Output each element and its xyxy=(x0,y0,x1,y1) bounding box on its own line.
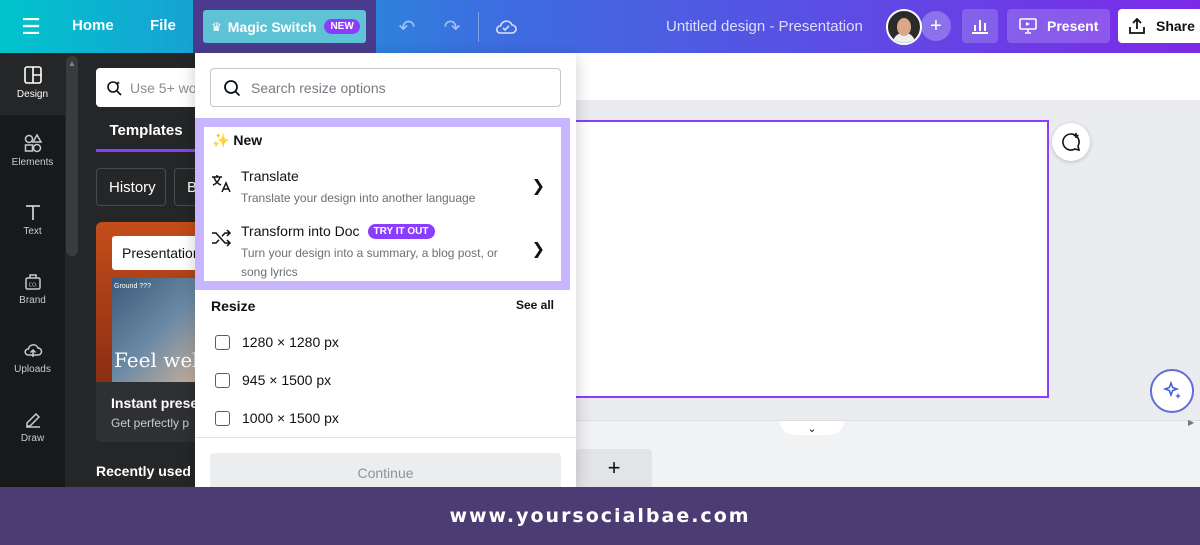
magic-switch-button[interactable]: ♛ Magic Switch NEW xyxy=(203,10,366,43)
share-icon xyxy=(1129,17,1145,34)
transform-title: Transform into Doc xyxy=(241,223,360,239)
rail-label-brand: Brand xyxy=(19,295,46,306)
rail-item-uploads[interactable]: Uploads xyxy=(0,328,65,390)
new-section-heading: ✨ New xyxy=(212,132,262,149)
magic-switch-label: Magic Switch xyxy=(227,18,317,35)
scroll-up-icon[interactable]: ▲ xyxy=(68,59,76,68)
template-card-title: Instant prese xyxy=(111,395,199,411)
search-icon xyxy=(224,79,241,96)
template-card-subtitle: Get perfectly p xyxy=(111,416,190,430)
template-card-photo: Ground ??? Feel well, xyxy=(112,278,206,382)
chevron-right-icon: ❯ xyxy=(531,178,545,195)
rail-item-design[interactable]: Design xyxy=(0,53,65,115)
layout-icon xyxy=(23,66,42,84)
template-search-placeholder: Use 5+ wo xyxy=(130,79,197,96)
menu-icon[interactable]: ☰ xyxy=(18,14,44,40)
cloud-upload-icon xyxy=(23,344,42,357)
cloud-saved-icon[interactable] xyxy=(493,14,519,40)
add-collaborator-icon[interactable]: + xyxy=(921,11,951,41)
chevron-right-icon: ❯ xyxy=(531,241,545,258)
size-label: 1000 × 1500 px xyxy=(242,410,339,426)
brand-icon: CO. xyxy=(24,274,41,290)
rail-label-text: Text xyxy=(23,226,42,237)
pen-icon xyxy=(25,412,40,428)
size-option[interactable]: 945 × 1500 px xyxy=(215,372,515,388)
template-photo-caption: Ground ??? xyxy=(114,283,151,290)
template-card[interactable]: Presentation Ground ??? Feel well, Insta… xyxy=(96,222,206,442)
translate-description: Translate your design into another langu… xyxy=(241,191,476,205)
top-bar: ☰ Home File ♛ Magic Switch NEW ↶ ↷ Untit… xyxy=(0,0,1200,53)
svg-text:CO.: CO. xyxy=(28,283,37,289)
add-page-button[interactable]: + xyxy=(576,449,652,487)
rail-item-text[interactable]: Text xyxy=(0,190,65,252)
avatar[interactable] xyxy=(886,9,922,45)
watermark-footer: www.yoursocialbae.com xyxy=(0,487,1200,545)
document-title[interactable]: Untitled design - Presentation xyxy=(666,18,863,35)
see-all-link[interactable]: See all xyxy=(516,298,554,312)
slide-canvas[interactable] xyxy=(552,120,1049,398)
size-checkbox[interactable] xyxy=(215,372,230,388)
chevron-down-icon[interactable]: ⌄ xyxy=(780,421,844,435)
left-rail: Design Elements Text CO. Brand Uploads D… xyxy=(0,53,65,487)
rail-label-uploads: Uploads xyxy=(14,364,51,375)
resize-search-input[interactable]: Search resize options xyxy=(210,68,561,107)
tab-templates[interactable]: Templates xyxy=(96,112,196,152)
present-button[interactable]: Present xyxy=(1007,9,1110,43)
resize-heading: Resize xyxy=(211,298,256,314)
rail-item-elements[interactable]: Elements xyxy=(0,121,65,183)
toolbar-divider xyxy=(478,12,479,42)
undo-icon[interactable]: ↶ xyxy=(394,14,420,40)
history-chip[interactable]: History xyxy=(96,168,166,206)
insights-chart-icon[interactable] xyxy=(962,9,998,43)
crown-icon: ♛ xyxy=(211,19,222,34)
rail-label-elements: Elements xyxy=(11,157,54,168)
redo-icon[interactable]: ↷ xyxy=(439,14,465,40)
template-photo-text: Feel well, xyxy=(114,348,206,372)
footer-url: www.yoursocialbae.com xyxy=(449,505,751,527)
size-checkbox[interactable] xyxy=(215,410,230,426)
scroll-right-icon[interactable]: ▶ xyxy=(1188,418,1194,427)
continue-button[interactable]: Continue xyxy=(210,453,561,487)
rail-item-draw[interactable]: Draw xyxy=(0,397,65,459)
new-section-label: New xyxy=(233,132,263,148)
translate-option[interactable]: Translate Translate your design into ano… xyxy=(210,168,555,212)
magic-assistant-icon[interactable] xyxy=(1150,369,1194,413)
home-link[interactable]: Home xyxy=(72,17,114,34)
size-label: 1280 × 1280 px xyxy=(242,334,339,350)
new-badge: NEW xyxy=(324,19,360,34)
rail-label-design: Design xyxy=(16,89,49,100)
page-strip xyxy=(576,420,1200,487)
share-button[interactable]: Share xyxy=(1118,9,1200,43)
size-checkbox[interactable] xyxy=(215,334,230,350)
transform-into-doc-option[interactable]: Transform into Doc TRY IT OUT Turn your … xyxy=(210,223,555,283)
size-label: 945 × 1500 px xyxy=(242,372,332,388)
try-it-out-badge: TRY IT OUT xyxy=(367,223,435,239)
rail-label-draw: Draw xyxy=(20,433,45,444)
sparkles-icon: ✨ xyxy=(212,132,230,148)
share-label: Share xyxy=(1156,18,1195,34)
canvas-toolbar-area xyxy=(576,53,1200,100)
dropdown-divider xyxy=(195,437,576,438)
add-comment-icon[interactable] xyxy=(1052,123,1090,161)
recently-used-heading: Recently used xyxy=(96,463,191,479)
present-icon xyxy=(1019,18,1037,34)
template-card-input[interactable]: Presentation xyxy=(112,236,206,270)
translate-icon xyxy=(212,175,231,193)
size-option[interactable]: 1000 × 1500 px xyxy=(215,410,515,426)
rail-item-brand[interactable]: CO. Brand xyxy=(0,259,65,321)
present-label: Present xyxy=(1047,18,1099,34)
translate-title: Translate xyxy=(241,168,299,184)
resize-search-placeholder: Search resize options xyxy=(251,79,386,96)
panel-scrollbar[interactable] xyxy=(66,56,78,256)
file-menu[interactable]: File xyxy=(150,17,176,34)
magic-switch-dropdown: Search resize options ✨ New Translate Tr… xyxy=(195,53,576,487)
size-option[interactable]: 1280 × 1280 px xyxy=(215,334,515,350)
shuffle-icon xyxy=(212,229,232,247)
magic-search-icon xyxy=(107,80,122,96)
text-icon xyxy=(25,205,40,220)
transform-description: Turn your design into a summary, a blog … xyxy=(241,246,498,279)
shapes-icon xyxy=(24,133,42,153)
